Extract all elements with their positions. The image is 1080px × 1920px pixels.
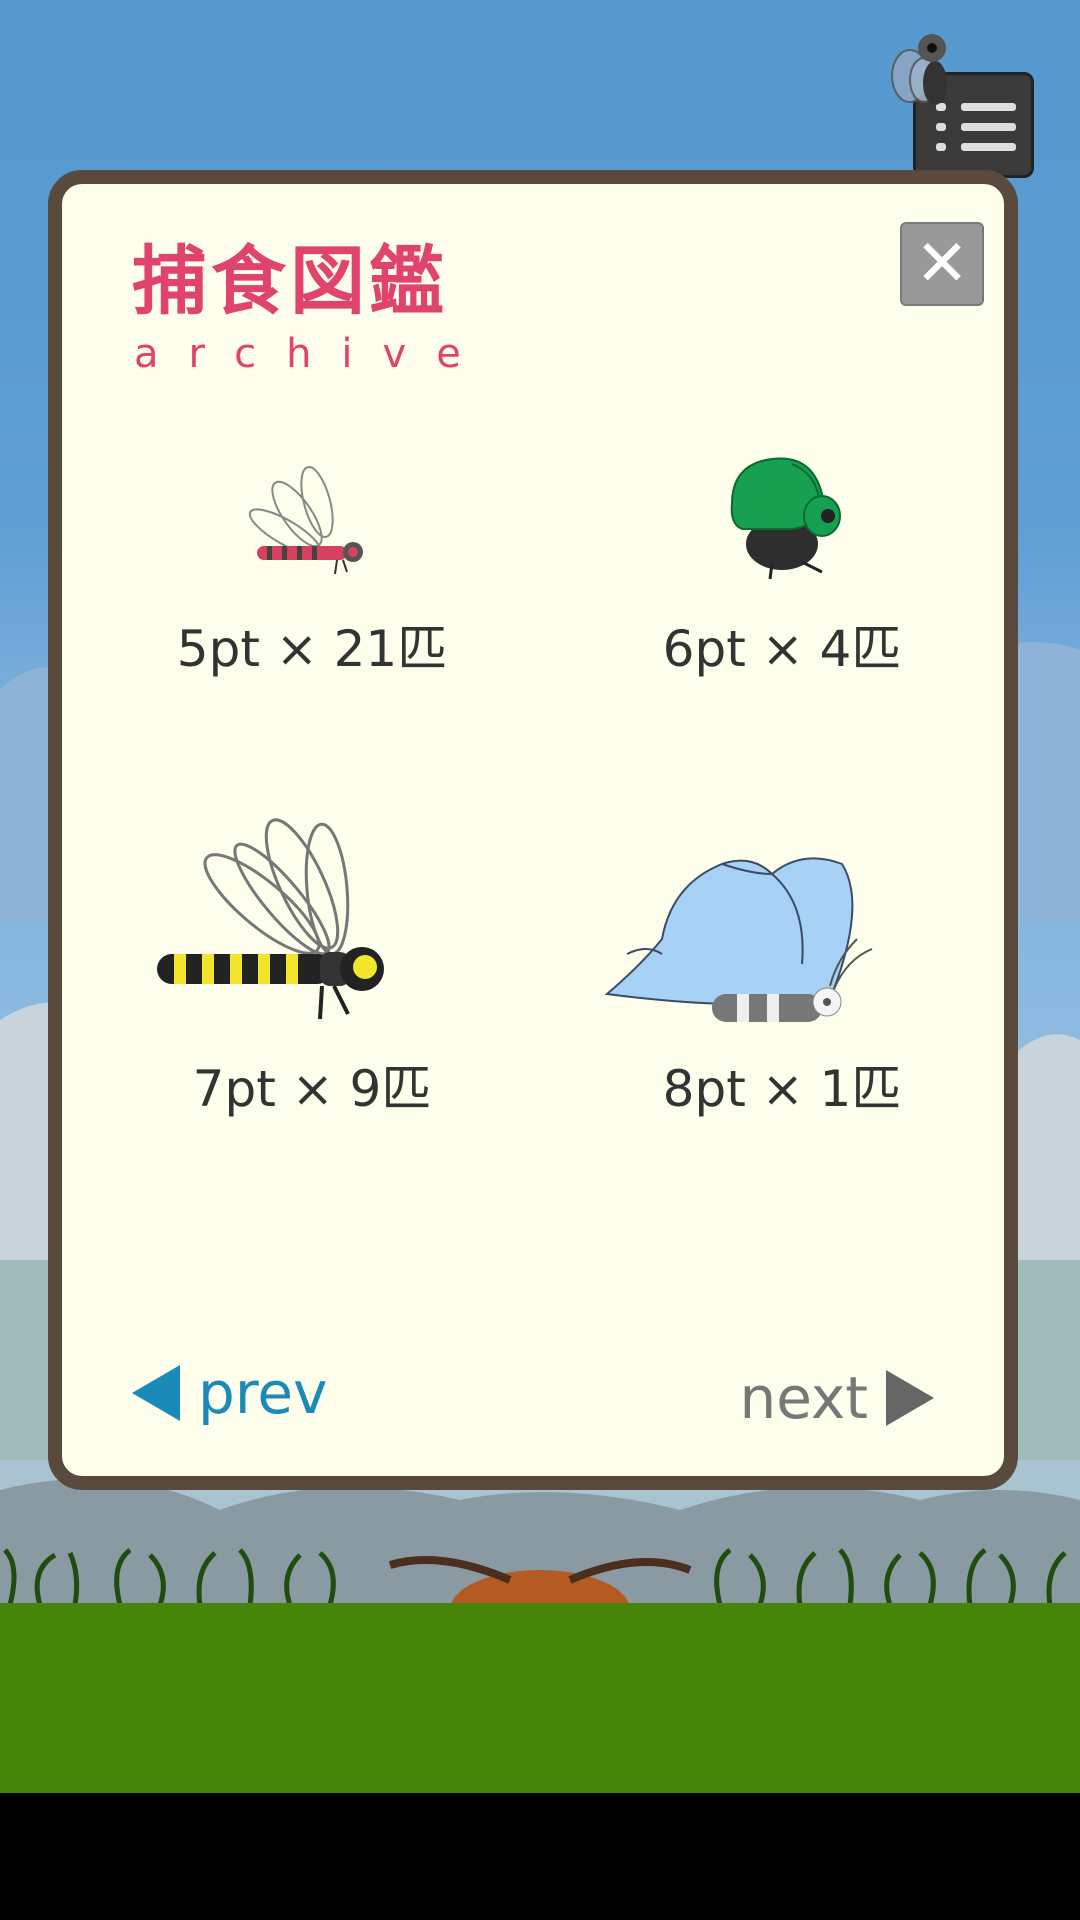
blue-butterfly-icon [604, 857, 873, 1022]
panel-title: 捕食図鑑 [132, 237, 449, 325]
panel-subtitle: archive [134, 331, 491, 377]
fly-icon [891, 34, 947, 105]
arrow-right-icon [886, 1370, 934, 1426]
arrow-left-icon [132, 1365, 180, 1421]
item-label: 7pt × 9匹 [192, 1060, 432, 1118]
prev-label: prev [198, 1359, 328, 1427]
menu-icon [961, 103, 1016, 111]
ground [0, 1603, 1080, 1793]
system-navigation-bar [0, 1793, 1080, 1920]
next-label: next [739, 1364, 869, 1432]
yellow-dragonfly-icon [157, 818, 384, 1020]
next-button[interactable]: next [739, 1364, 934, 1432]
green-beetle-icon [730, 457, 841, 580]
archive-item: 8pt × 1匹 [562, 794, 1002, 1194]
item-label: 8pt × 1匹 [662, 1060, 902, 1118]
prev-button[interactable]: prev [132, 1359, 327, 1427]
small-dragonfly-icon [248, 466, 363, 575]
item-label: 5pt × 21匹 [176, 620, 448, 678]
archive-panel: 捕食図鑑 archive ✕ 5pt × 21匹 6pt × 4匹 7pt × … [48, 170, 1018, 1490]
close-button[interactable]: ✕ [900, 222, 984, 306]
archive-item: 7pt × 9匹 [92, 794, 532, 1194]
item-label: 6pt × 4匹 [662, 620, 902, 678]
